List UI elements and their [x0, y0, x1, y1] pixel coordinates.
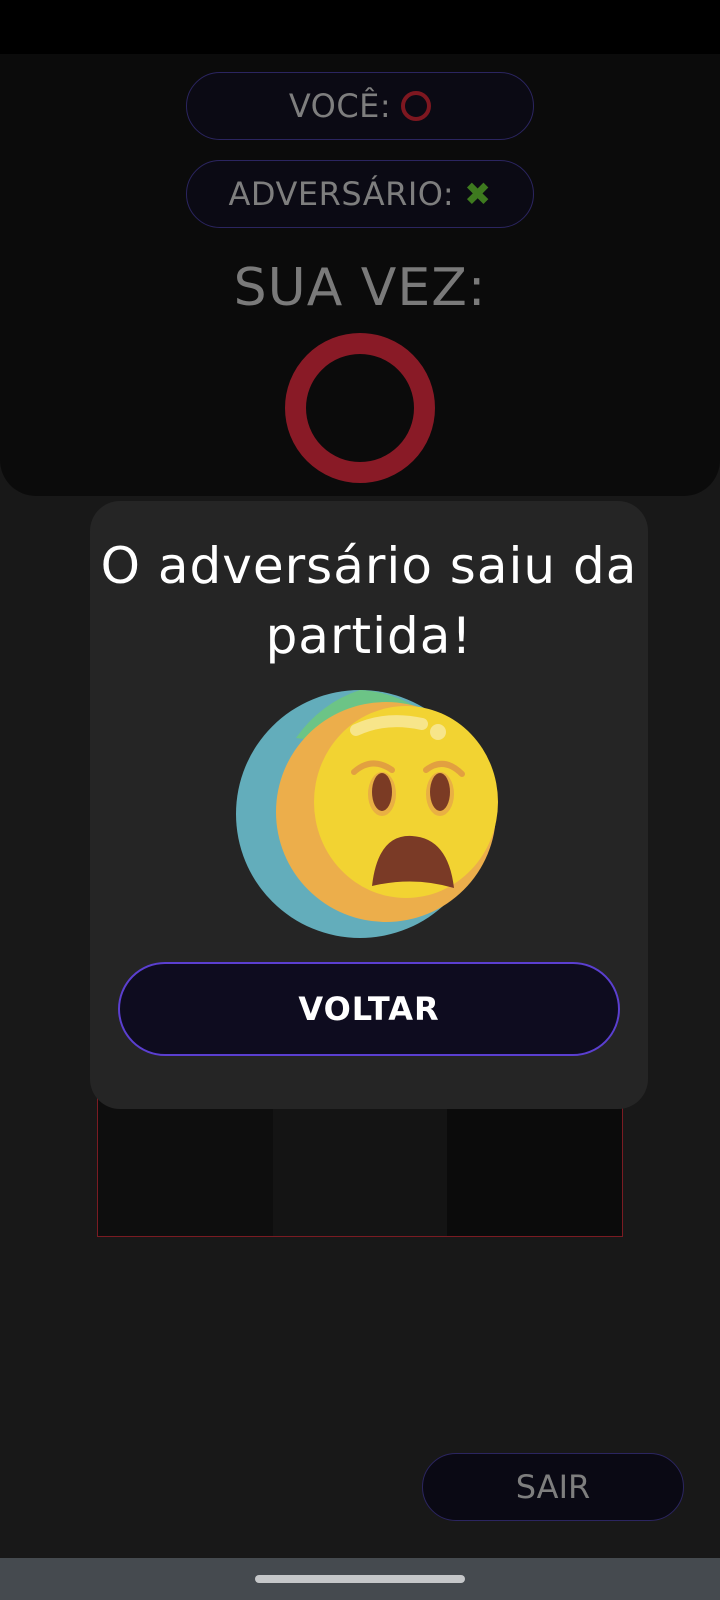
home-gesture-handle[interactable] [255, 1575, 465, 1583]
you-label: VOCÊ: [288, 87, 392, 125]
back-button[interactable]: VOLTAR [118, 962, 620, 1056]
turn-label: SUA VEZ: [233, 258, 487, 318]
x-mark-icon: ✖ [464, 175, 492, 213]
status-bar [0, 0, 720, 54]
opponent-label: ADVERSÁRIO: [228, 175, 455, 213]
exit-button[interactable]: SAIR [422, 1453, 684, 1521]
you-symbol-pill: VOCÊ: [186, 72, 534, 140]
circle-o-icon [401, 91, 432, 121]
opponent-left-dialog: O adversário saiu da partida! VOLTAR [90, 501, 648, 1109]
circle-o-icon [285, 333, 435, 483]
dialog-title: O adversário saiu da partida! [100, 537, 638, 665]
frightened-face-icon [236, 690, 498, 938]
opponent-symbol-pill: ADVERSÁRIO: ✖ [186, 160, 534, 228]
